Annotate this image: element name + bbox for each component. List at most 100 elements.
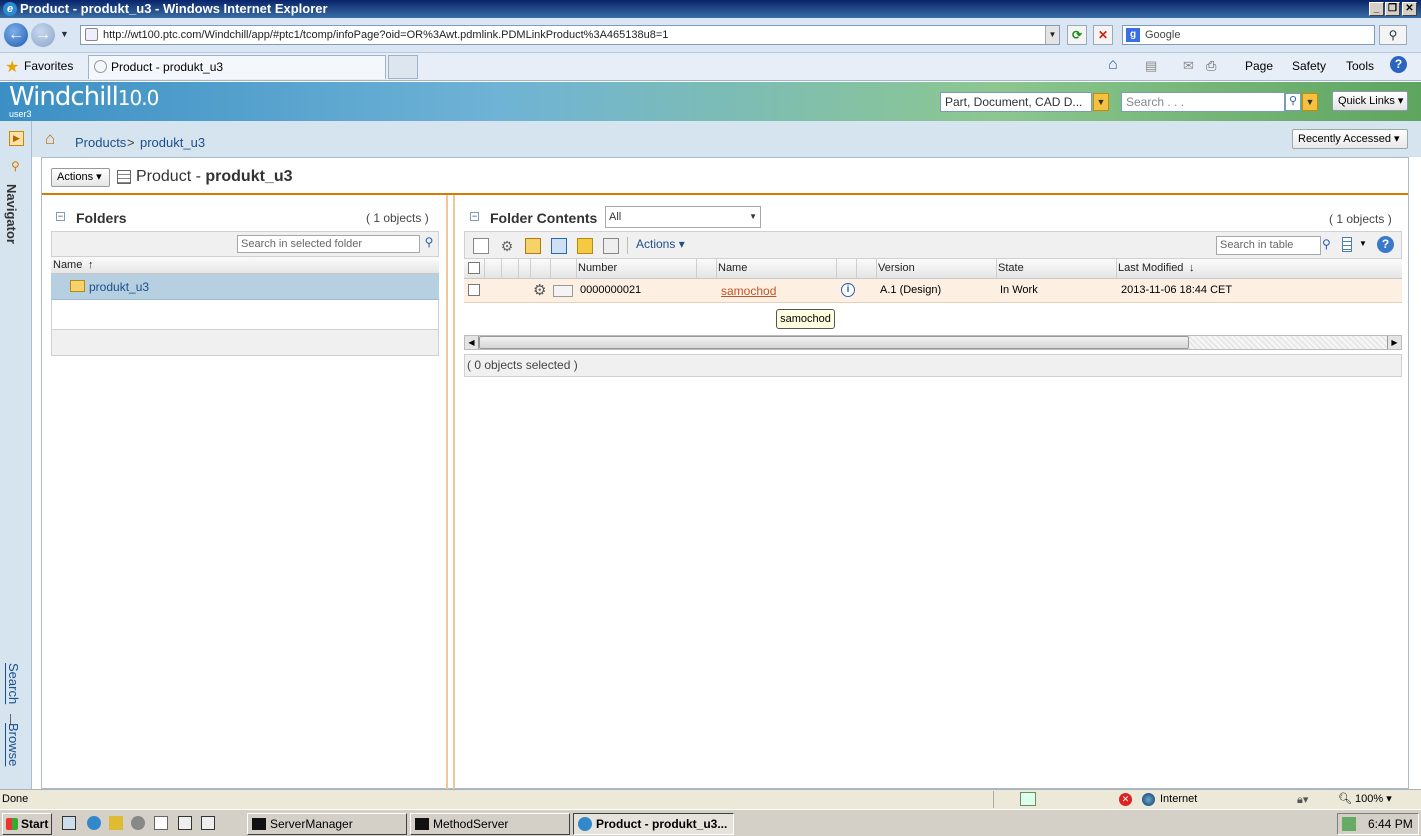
navigator-label[interactable]: Navigator [4, 184, 19, 244]
refresh-icon[interactable]: ⟳ [1067, 25, 1087, 45]
table-row[interactable]: ⚙ 0000000021 samochod i A.1 (Design) In … [464, 279, 1402, 303]
recently-accessed-button[interactable]: Recently Accessed ▾ [1292, 129, 1408, 149]
settings-quicklaunch-icon[interactable] [131, 816, 145, 830]
select-all-checkbox[interactable] [468, 262, 480, 274]
new-folder-icon[interactable] [577, 238, 593, 254]
copy-icon[interactable] [603, 238, 619, 254]
search-type-select[interactable]: Part, Document, CAD D... [940, 92, 1092, 112]
folders-col-name[interactable]: Name [53, 259, 82, 271]
url-input[interactable]: http://wt100.ptc.com/Windchill/app/#ptc1… [80, 25, 1060, 45]
safety-menu[interactable]: Safety [1292, 59, 1326, 73]
notepad-quicklaunch-icon[interactable] [154, 816, 168, 830]
row-name-link[interactable]: samochod [721, 284, 776, 298]
taskbar-servermanager[interactable]: ServerManager [247, 813, 407, 835]
col-state[interactable]: State [998, 262, 1024, 274]
history-dropdown-icon[interactable]: ▼ [60, 29, 69, 39]
tray-app-icon[interactable] [1342, 817, 1356, 831]
new-part-icon[interactable]: ⚙ [499, 238, 515, 254]
page-actions-button[interactable]: Actions ▾ [51, 168, 110, 187]
browser-tab[interactable]: Product - produkt_u3 [88, 55, 386, 79]
start-button[interactable]: Start [2, 813, 52, 835]
stop-icon[interactable]: ✕ [1093, 25, 1113, 45]
insert-icon[interactable] [551, 238, 567, 254]
feeds-icon[interactable]: ▤ [1145, 58, 1157, 74]
contents-actions-menu[interactable]: Actions ▾ [636, 237, 685, 251]
col-last-modified[interactable]: Last Modified [1118, 262, 1183, 274]
horizontal-scrollbar[interactable]: ◀ ▶ [464, 335, 1402, 350]
search-nav-link[interactable]: Search [6, 663, 21, 704]
folder-row[interactable]: produkt_u3 [51, 274, 439, 300]
home-icon[interactable]: ⌂ [1108, 56, 1118, 74]
help-icon[interactable]: ? [1390, 56, 1407, 73]
folders-table-header[interactable]: Name ↑ [51, 257, 439, 274]
row-checkbox[interactable] [468, 284, 480, 296]
explorer-quicklaunch-icon[interactable] [178, 816, 192, 830]
navigator-search-icon[interactable]: ⚲ [11, 159, 20, 173]
tools-quicklaunch-icon[interactable] [109, 816, 123, 830]
table-views-dropdown-icon[interactable]: ▼ [1359, 239, 1367, 248]
browser-search-input[interactable]: g Google [1122, 25, 1375, 45]
folders-collapse-icon[interactable]: − [56, 212, 65, 221]
new-document-icon[interactable] [473, 238, 489, 254]
import-icon[interactable] [525, 238, 541, 254]
table-search-icon[interactable]: ⚲ [1322, 237, 1331, 251]
taskbar-methodserver[interactable]: MethodServer [410, 813, 570, 835]
minimize-icon[interactable]: _ [1369, 2, 1384, 16]
col-name[interactable]: Name [718, 262, 747, 274]
folder-search-input[interactable]: Search in selected folder [237, 235, 420, 253]
close-window-icon[interactable]: ✕ [1402, 2, 1417, 16]
col-version[interactable]: Version [878, 262, 915, 274]
tools-menu[interactable]: Tools [1346, 59, 1374, 73]
protected-mode-icon[interactable]: 🔒︎▾ [1297, 791, 1308, 809]
table-search-input[interactable]: Search in table [1216, 236, 1321, 255]
info-icon[interactable]: i [841, 283, 855, 297]
folders-count: ( 1 objects ) [366, 211, 429, 225]
expand-navigator-icon[interactable]: ▶ [9, 131, 24, 146]
header-search-dropdown-icon[interactable]: ▼ [1302, 93, 1318, 111]
popup-blocked-icon[interactable]: ✕ [1119, 793, 1132, 806]
breadcrumb-products[interactable]: Products [75, 135, 126, 150]
cmd-quicklaunch-icon[interactable] [201, 816, 215, 830]
print-icon[interactable]: ⎙ [1206, 58, 1216, 74]
sort-asc-icon[interactable]: ↑ [88, 259, 94, 271]
scroll-left-icon[interactable]: ◀ [465, 336, 479, 349]
folder-search-icon[interactable]: ⚲ [421, 235, 437, 253]
contents-collapse-icon[interactable]: − [470, 212, 479, 221]
quick-links-button[interactable]: Quick Links ▾ [1332, 91, 1408, 111]
back-button[interactable]: ← [4, 23, 28, 47]
clock[interactable]: 6:44 PM [1368, 814, 1413, 834]
table-views-icon[interactable] [1342, 237, 1352, 252]
scrollbar-thumb[interactable] [479, 336, 1189, 349]
col-number[interactable]: Number [578, 262, 617, 274]
forward-button[interactable]: → [31, 23, 55, 47]
page-menu[interactable]: Page [1245, 59, 1273, 73]
scroll-right-icon[interactable]: ▶ [1387, 336, 1401, 349]
folder-icon [70, 280, 85, 292]
taskbar-ie-label: Product - produkt_u3... [596, 817, 728, 831]
ie-quicklaunch-icon[interactable] [87, 816, 101, 830]
sort-desc-icon[interactable]: ↓ [1189, 262, 1195, 274]
new-tab-button[interactable] [388, 55, 418, 79]
taskbar-ie-window[interactable]: Product - produkt_u3... [573, 813, 734, 835]
url-dropdown-icon[interactable]: ▼ [1045, 26, 1059, 44]
restore-icon[interactable]: ❐ [1385, 2, 1400, 16]
browse-nav-link[interactable]: Browse [6, 723, 21, 766]
table-help-icon[interactable]: ? [1377, 236, 1394, 253]
mail-icon[interactable]: ✉ [1183, 58, 1194, 74]
header-search-input[interactable]: Search . . . [1121, 92, 1285, 112]
favorites-star-icon: ★ [5, 59, 20, 76]
zoom-control[interactable]: 🔍︎ 100% ▾ [1338, 790, 1392, 808]
favorites-button[interactable]: Favorites [24, 59, 73, 73]
header-search-icon[interactable]: ⚲ [1285, 93, 1301, 111]
browser-search-icon[interactable]: ⚲ [1379, 25, 1407, 45]
breadcrumb-product[interactable]: produkt_u3 [140, 135, 205, 150]
view-select[interactable]: All ▼ [605, 206, 761, 228]
server-manager-quicklaunch-icon[interactable] [62, 816, 76, 830]
console-icon [415, 818, 429, 830]
col-sep [836, 259, 837, 278]
view-dropdown-icon[interactable]: ▼ [749, 207, 757, 227]
thumbnail-icon[interactable] [553, 285, 573, 297]
home-breadcrumb-icon[interactable]: ⌂ [45, 129, 55, 149]
tab-page-icon [94, 60, 107, 73]
search-type-dropdown-icon[interactable]: ▼ [1093, 93, 1109, 111]
